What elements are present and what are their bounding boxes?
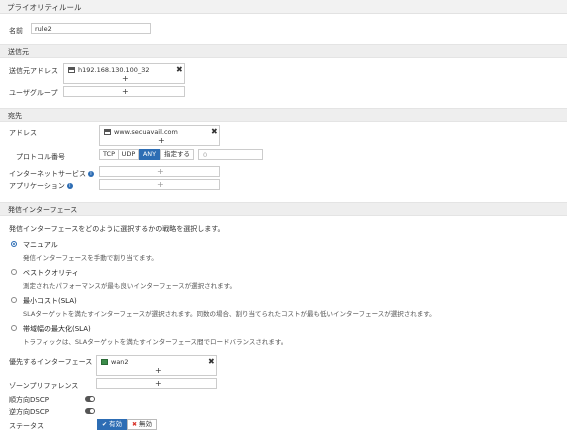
add-destination-address-icon[interactable]: + bbox=[158, 137, 165, 145]
add-zone-icon[interactable]: + bbox=[155, 380, 162, 388]
status-enable-button[interactable]: ✔ 有効 bbox=[97, 419, 127, 430]
info-icon: i bbox=[88, 171, 94, 177]
protocol-label: プロトコル番号 bbox=[16, 153, 65, 161]
user-group-field[interactable]: + bbox=[63, 86, 185, 97]
destination-address-label: アドレス bbox=[9, 129, 37, 137]
section-source: 送信元 bbox=[0, 44, 567, 58]
application-field[interactable]: + bbox=[99, 179, 220, 190]
application-label-text: アプリケーション bbox=[9, 182, 65, 190]
internet-service-field[interactable]: + bbox=[99, 166, 220, 177]
protocol-tcp-button[interactable]: TCP bbox=[99, 149, 119, 160]
user-group-label: ユーザグループ bbox=[9, 89, 58, 97]
option-best-quality-desc: 測定されたパフォーマンスが最も良いインターフェースが選択されます。 bbox=[23, 282, 237, 290]
interface-icon bbox=[101, 359, 108, 365]
remove-destination-address-icon[interactable]: ✖ bbox=[211, 128, 218, 136]
protocol-specify-button[interactable]: 指定する bbox=[160, 149, 194, 160]
name-value: rule2 bbox=[35, 25, 52, 33]
reverse-dscp-label: 逆方向DSCP bbox=[9, 408, 49, 416]
zone-preference-label: ゾーンプリファレンス bbox=[9, 382, 79, 390]
name-label: 名前 bbox=[9, 27, 23, 35]
preferred-interface-label: 優先するインターフェース bbox=[9, 358, 93, 366]
option-max-bandwidth-desc: トラフィックは、SLAターゲットを満たすインターフェース間でロードバランスされま… bbox=[23, 338, 288, 346]
source-address-field[interactable]: h192.168.130.100_32 ✖ + bbox=[63, 63, 185, 84]
internet-service-label: インターネットサービス i bbox=[9, 169, 94, 179]
application-label: アプリケーション i bbox=[9, 181, 73, 191]
page-title: プライオリティルール bbox=[7, 3, 82, 12]
radio-best-quality[interactable] bbox=[11, 269, 17, 275]
info-icon: i bbox=[66, 183, 73, 189]
protocol-udp-button[interactable]: UDP bbox=[118, 149, 139, 160]
radio-manual[interactable] bbox=[11, 241, 17, 247]
source-address-label: 送信元アドレス bbox=[9, 67, 58, 75]
option-lowest-cost-desc: SLAターゲットを満たすインターフェースが選択されます。同数の場合、割り当てられ… bbox=[23, 310, 436, 318]
protocol-any-button[interactable]: ANY bbox=[139, 149, 160, 160]
title-bar: プライオリティルール bbox=[0, 0, 567, 14]
add-interface-icon[interactable]: + bbox=[155, 367, 162, 375]
forward-dscp-label: 順方向DSCP bbox=[9, 396, 49, 404]
status-label: ステータス bbox=[9, 422, 44, 430]
forward-dscp-toggle[interactable] bbox=[85, 396, 95, 402]
radio-lowest-cost[interactable] bbox=[11, 297, 17, 303]
strategy-description: 発信インターフェースをどのように選択するかの戦略を選択します。 bbox=[9, 225, 225, 233]
add-source-address-icon[interactable]: + bbox=[122, 75, 129, 83]
status-disable-label: 無効 bbox=[139, 420, 153, 428]
destination-address-entry: www.secuavail.com bbox=[114, 128, 178, 136]
option-best-quality-title: ベストクオリティ bbox=[23, 269, 79, 277]
remove-interface-icon[interactable]: ✖ bbox=[208, 358, 215, 366]
status-enable-label: 有効 bbox=[109, 420, 123, 428]
name-input[interactable]: rule2 bbox=[31, 23, 151, 34]
add-internet-service-icon[interactable]: + bbox=[157, 168, 164, 176]
add-application-icon[interactable]: + bbox=[157, 181, 164, 189]
disable-icon: ✖ bbox=[131, 421, 137, 428]
preferred-interface-field[interactable]: wan2 ✖ + bbox=[96, 355, 217, 376]
option-manual-desc: 発信インターフェースを手動で割り当てます。 bbox=[23, 254, 158, 262]
check-icon: ✔ bbox=[101, 421, 107, 428]
protocol-number-value: 0 bbox=[203, 151, 208, 159]
destination-address-field[interactable]: www.secuavail.com ✖ + bbox=[99, 125, 220, 146]
add-user-group-icon[interactable]: + bbox=[122, 88, 129, 96]
preferred-interface-entry: wan2 bbox=[111, 358, 129, 366]
zone-preference-field[interactable]: + bbox=[96, 378, 217, 389]
address-icon bbox=[68, 67, 75, 73]
status-disable-button[interactable]: ✖ 無効 bbox=[127, 419, 157, 430]
address-icon bbox=[104, 129, 111, 135]
protocol-number-input[interactable]: 0 bbox=[198, 149, 263, 160]
reverse-dscp-toggle[interactable] bbox=[85, 408, 95, 414]
internet-service-label-text: インターネットサービス bbox=[9, 170, 86, 178]
radio-max-bandwidth[interactable] bbox=[11, 325, 17, 331]
option-max-bandwidth-title: 帯域幅の最大化(SLA) bbox=[23, 325, 91, 333]
option-lowest-cost-title: 最小コスト(SLA) bbox=[23, 297, 77, 305]
section-destination-title: 宛先 bbox=[8, 112, 22, 120]
section-outgoing-title: 発信インターフェース bbox=[8, 206, 78, 214]
section-source-title: 送信元 bbox=[8, 48, 29, 56]
source-address-entry: h192.168.130.100_32 bbox=[78, 66, 150, 74]
option-manual-title: マニュアル bbox=[23, 241, 58, 249]
section-destination: 宛先 bbox=[0, 108, 567, 122]
remove-source-address-icon[interactable]: ✖ bbox=[176, 66, 183, 74]
section-outgoing-interface: 発信インターフェース bbox=[0, 202, 567, 216]
